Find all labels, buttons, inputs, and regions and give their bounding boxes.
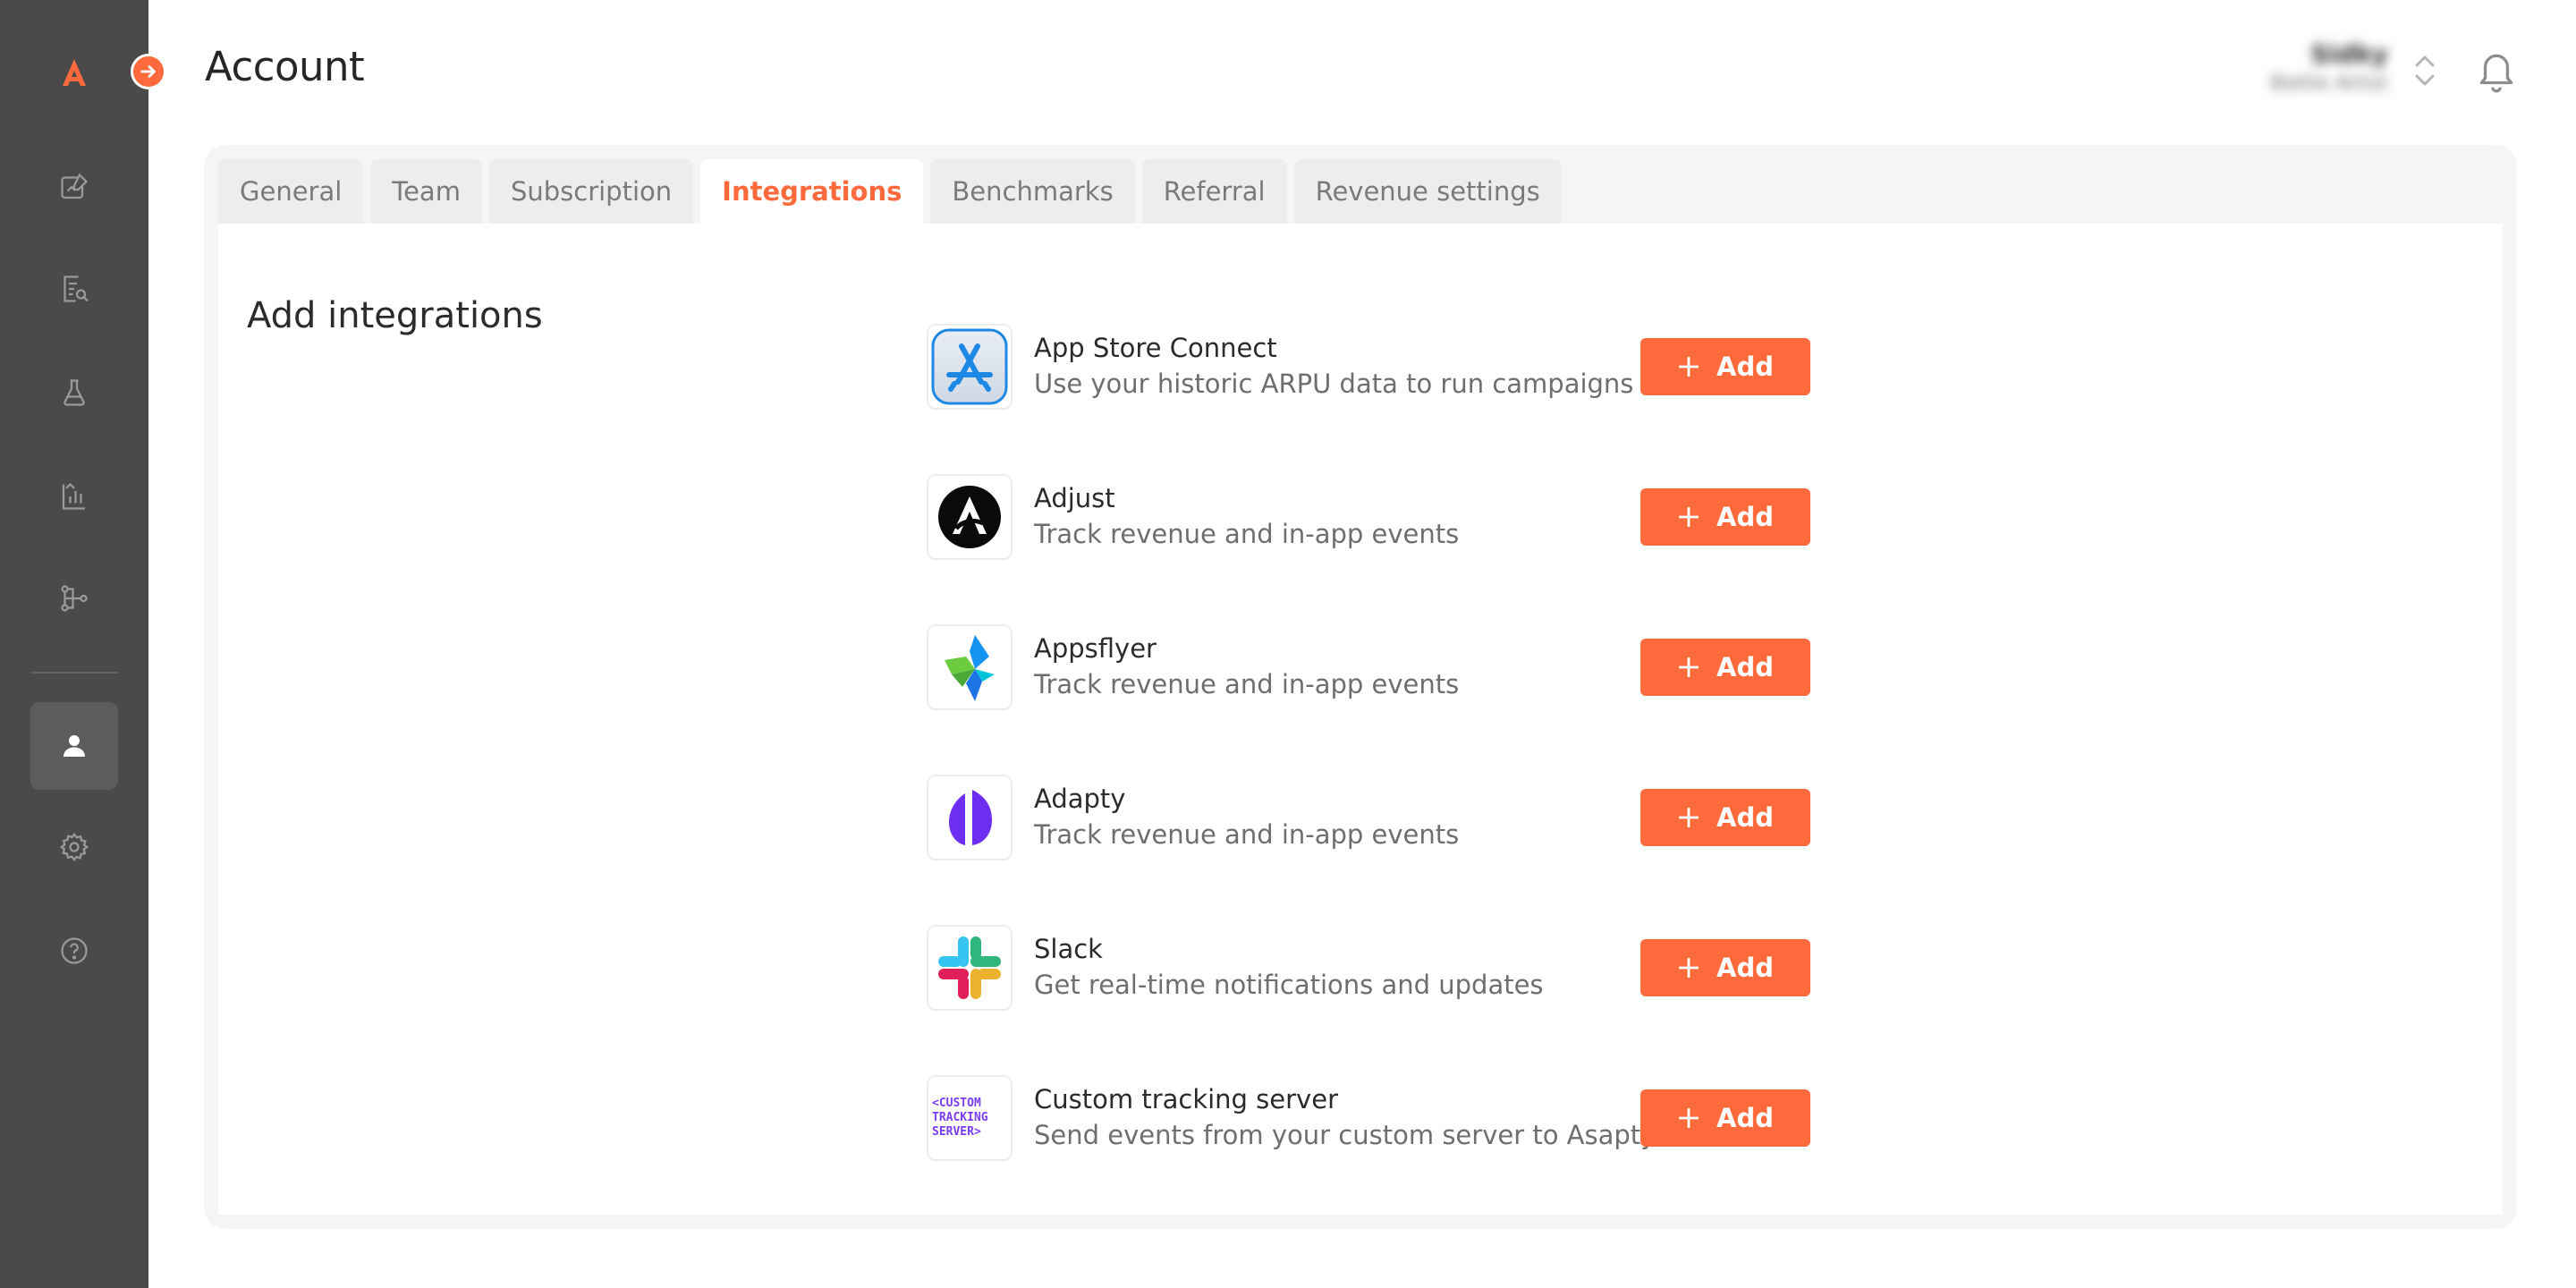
- user-subtitle: Bottle Artist: [2270, 72, 2388, 95]
- integration-row-adjust: Adjust Track revenue and in-app events A…: [927, 474, 2021, 560]
- adjust-icon: [927, 474, 1013, 560]
- integration-name: Adapty: [1034, 784, 1126, 814]
- integration-description: Track revenue and in-app events: [1034, 519, 1460, 549]
- sidebar-item-reports[interactable]: [30, 245, 118, 333]
- add-adapty-button[interactable]: Add: [1640, 789, 1810, 846]
- integration-row-adapty: Adapty Track revenue and in-app events A…: [927, 775, 2021, 860]
- user-icon: [64, 735, 85, 757]
- integration-row-appsflyer: Appsflyer Track revenue and in-app event…: [927, 624, 2021, 710]
- page-title: Account: [205, 43, 365, 90]
- custom-server-logo-text: <CUSTOM TRACKING SERVER>: [932, 1097, 988, 1139]
- app-store-icon: [927, 324, 1013, 410]
- sidebar-divider: [30, 672, 118, 674]
- user-switcher[interactable]: Sidky Bottle Artist: [2254, 39, 2388, 95]
- dashboard-edit-icon: [61, 173, 89, 199]
- sidebar-item-analytics[interactable]: [30, 453, 118, 540]
- flow-icon: [61, 585, 88, 612]
- sidebar-item-flows[interactable]: [30, 555, 118, 642]
- adapty-icon: [927, 775, 1013, 860]
- slack-icon: [927, 925, 1013, 1011]
- integration-name: Custom tracking server: [1034, 1084, 1338, 1114]
- integration-name: App Store Connect: [1034, 333, 1277, 363]
- add-button-label: Add: [1716, 1103, 1774, 1133]
- add-slack-button[interactable]: Add: [1640, 939, 1810, 996]
- tab-general[interactable]: General: [218, 159, 364, 224]
- add-app-store-connect-button[interactable]: Add: [1640, 338, 1810, 395]
- tab-referral[interactable]: Referral: [1141, 159, 1287, 224]
- add-button-label: Add: [1716, 652, 1774, 682]
- integration-description: Track revenue and in-app events: [1034, 819, 1460, 850]
- tab-bar: General Team Subscription Integrations B…: [218, 159, 1562, 224]
- sidebar: [0, 0, 148, 1288]
- analytics-icon: [62, 482, 85, 510]
- integration-description: Track revenue and in-app events: [1034, 669, 1460, 699]
- flask-icon: [64, 379, 85, 406]
- add-adjust-button[interactable]: Add: [1640, 488, 1810, 546]
- report-search-icon: [64, 275, 89, 302]
- tab-revenue-settings[interactable]: Revenue settings: [1293, 159, 1562, 224]
- sidebar-item-experiments[interactable]: [30, 349, 118, 436]
- sidebar-item-dashboard[interactable]: [30, 143, 118, 231]
- plus-icon: [1678, 657, 1699, 678]
- sidebar-item-help[interactable]: [30, 907, 118, 995]
- sidebar-item-account[interactable]: [30, 702, 118, 790]
- integration-name: Appsflyer: [1034, 633, 1157, 664]
- integration-row-app-store-connect: App Store Connect Use your historic ARPU…: [927, 324, 2021, 410]
- chevron-up-down-icon[interactable]: [2411, 50, 2438, 91]
- bell-icon[interactable]: [2474, 47, 2519, 95]
- integration-name: Slack: [1034, 934, 1103, 964]
- gear-icon: [59, 832, 89, 862]
- app-logo-icon[interactable]: [55, 54, 93, 91]
- integration-description: Get real-time notifications and updates: [1034, 970, 1544, 1000]
- plus-icon: [1678, 506, 1699, 528]
- tab-benchmarks[interactable]: Benchmarks: [930, 159, 1135, 224]
- add-button-label: Add: [1716, 953, 1774, 983]
- custom-server-icon: <CUSTOM TRACKING SERVER>: [927, 1075, 1013, 1161]
- sidebar-item-settings[interactable]: [30, 803, 118, 891]
- tab-team[interactable]: Team: [370, 159, 482, 224]
- plus-icon: [1678, 1107, 1699, 1129]
- section-title: Add integrations: [247, 295, 543, 336]
- integration-row-custom-tracking-server: <CUSTOM TRACKING SERVER> Custom tracking…: [927, 1075, 2021, 1161]
- add-button-label: Add: [1716, 802, 1774, 833]
- add-custom-tracking-server-button[interactable]: Add: [1640, 1089, 1810, 1147]
- appsflyer-icon: [927, 624, 1013, 710]
- integration-description: Send events from your custom server to A…: [1034, 1120, 1657, 1150]
- arrow-right-icon: [140, 65, 156, 78]
- sidebar-expand-button[interactable]: [131, 54, 166, 89]
- integration-row-slack: Slack Get real-time notifications and up…: [927, 925, 2021, 1011]
- tab-subscription[interactable]: Subscription: [488, 159, 694, 224]
- integration-name: Adjust: [1034, 483, 1115, 513]
- add-button-label: Add: [1716, 352, 1774, 382]
- tab-integrations[interactable]: Integrations: [700, 159, 924, 224]
- plus-icon: [1678, 807, 1699, 828]
- user-name: Sidky: [2310, 39, 2388, 69]
- add-button-label: Add: [1716, 502, 1774, 532]
- plus-icon: [1678, 356, 1699, 377]
- plus-icon: [1678, 957, 1699, 979]
- add-appsflyer-button[interactable]: Add: [1640, 639, 1810, 696]
- help-icon: [61, 937, 88, 964]
- integration-description: Use your historic ARPU data to run campa…: [1034, 369, 1634, 399]
